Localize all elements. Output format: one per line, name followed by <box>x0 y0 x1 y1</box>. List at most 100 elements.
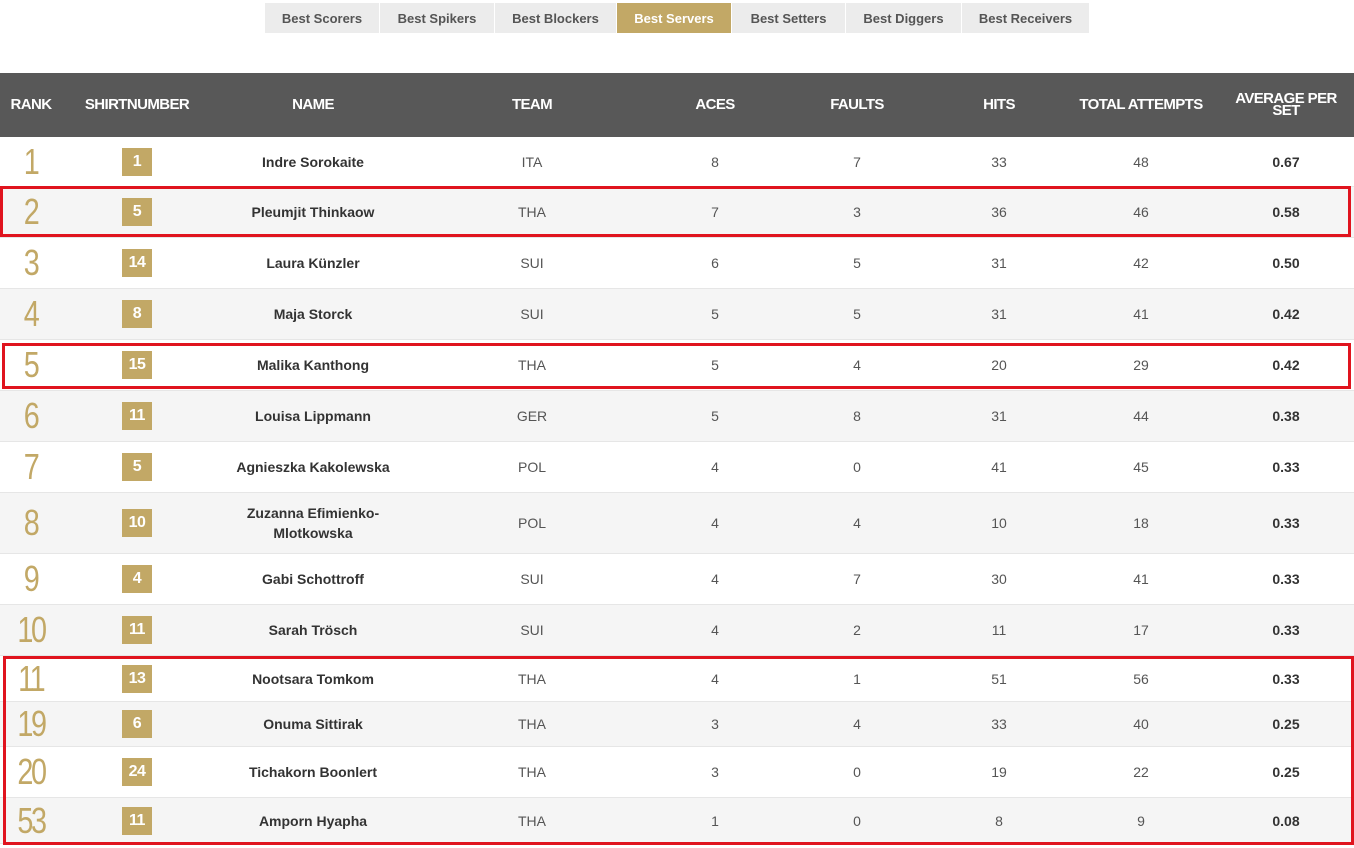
tab-best-scorers[interactable]: Best Scorers <box>265 3 379 33</box>
shirt-number-badge-cell: 1 <box>62 147 212 176</box>
player-name: Indre Sorokaite <box>262 153 364 170</box>
player-name: Zuzanna Efimienko-Mlotkowska <box>246 505 380 541</box>
shirt-number-badge: 5 <box>122 198 152 226</box>
rank-number: 4 <box>24 293 40 334</box>
faults-value-cell: 2 <box>780 622 934 638</box>
average-per-set-value: 0.50 <box>1272 255 1300 271</box>
average-per-set-value-cell: 0.58 <box>1231 204 1341 220</box>
rank-number: 10 <box>17 609 47 650</box>
faults-value: 5 <box>853 306 861 322</box>
shirt-number-badge: 5 <box>122 453 152 481</box>
player-name: Laura Künzler <box>266 255 360 271</box>
faults-value: 2 <box>853 622 861 638</box>
tab-best-diggers[interactable]: Best Diggers <box>846 3 961 33</box>
shirt-number-badge-cell: 14 <box>62 249 212 277</box>
average-per-set-value-cell: 0.38 <box>1231 408 1341 424</box>
tab-best-servers[interactable]: Best Servers <box>617 3 731 33</box>
aces-value: 4 <box>711 515 719 531</box>
table-row: 11 13 Nootsara Tomkom THA 4 1 51 56 0.33 <box>0 656 1354 702</box>
team-code: THA <box>518 204 546 220</box>
rank-number: 7 <box>24 446 40 487</box>
team-code-cell: POL <box>414 515 650 531</box>
total-attempts-value-cell: 9 <box>1064 813 1218 829</box>
total-attempts-value: 44 <box>1133 408 1149 424</box>
total-attempts-value-cell: 44 <box>1064 408 1218 424</box>
shirt-number-badge: 13 <box>122 664 152 693</box>
total-attempts-value: 56 <box>1133 670 1149 687</box>
player-name-cell: Agnieszka Kakolewska <box>212 457 414 477</box>
rank-number-cell: 5 <box>0 347 62 383</box>
faults-value-cell: 7 <box>780 571 934 587</box>
faults-value-cell: 0 <box>780 459 934 475</box>
aces-value-cell: 5 <box>650 306 780 322</box>
table-row: 7 5 Agnieszka Kakolewska POL 4 0 41 45 0.33 <box>0 442 1354 493</box>
faults-value: 4 <box>853 357 861 373</box>
shirt-number-badge-cell: 11 <box>62 806 212 835</box>
aces-value-cell: 5 <box>650 408 780 424</box>
player-name: Tichakorn Boonlert <box>248 764 378 780</box>
hits-value-cell: 33 <box>934 154 1064 170</box>
tab-best-blockers[interactable]: Best Blockers <box>495 3 616 33</box>
shirt-number-badge-cell: 5 <box>62 198 212 226</box>
shirt-number-badge: 15 <box>122 351 152 379</box>
faults-value-cell: 0 <box>780 813 934 829</box>
faults-value: 3 <box>853 204 861 220</box>
faults-value: 5 <box>853 255 861 271</box>
average-per-set-value: 0.42 <box>1272 357 1300 373</box>
rank-number: 3 <box>24 242 40 283</box>
average-per-set-value: 0.25 <box>1272 764 1300 780</box>
hits-value-cell: 31 <box>934 408 1064 424</box>
tab-best-spikers[interactable]: Best Spikers <box>380 3 494 33</box>
aces-value: 3 <box>711 764 719 780</box>
table-row: 6 11 Louisa Lippmann GER 5 8 31 44 0.38 <box>0 391 1354 442</box>
team-code-cell: THA <box>414 204 650 220</box>
aces-value: 4 <box>711 670 719 687</box>
faults-value: 1 <box>853 670 861 687</box>
faults-value-cell: 4 <box>780 716 934 732</box>
faults-value-cell: 3 <box>780 204 934 220</box>
hits-value-cell: 19 <box>934 764 1064 780</box>
team-code: THA <box>518 357 546 373</box>
rank-number: 2 <box>24 191 40 232</box>
total-attempts-value: 42 <box>1133 255 1149 271</box>
aces-value: 8 <box>711 153 719 170</box>
header-rank: RANK <box>10 96 53 113</box>
player-name-cell: Maja Storck <box>212 304 414 324</box>
rank-number-cell: 7 <box>0 449 62 485</box>
aces-value-cell: 4 <box>650 459 780 475</box>
shirt-number-badge: 6 <box>122 710 152 738</box>
faults-value: 7 <box>853 153 861 170</box>
table-row: 53 11 Amporn Hyapha THA 1 0 8 9 0.08 <box>0 798 1354 844</box>
team-code-cell: GER <box>414 408 650 424</box>
tab-best-setters[interactable]: Best Setters <box>732 3 845 33</box>
average-per-set-value-cell: 0.33 <box>1231 515 1341 531</box>
shirt-number-badge: 24 <box>122 758 152 786</box>
aces-value-cell: 3 <box>650 716 780 732</box>
average-per-set-value-cell: 0.33 <box>1231 671 1341 687</box>
rank-number: 19 <box>17 703 47 744</box>
team-code-cell: POL <box>414 459 650 475</box>
faults-value-cell: 1 <box>780 671 934 687</box>
player-name-cell: Indre Sorokaite <box>212 152 414 172</box>
player-name-cell: Sarah Trösch <box>212 620 414 640</box>
player-name: Maja Storck <box>273 306 353 322</box>
average-per-set-value-cell: 0.67 <box>1231 154 1341 170</box>
rank-number: 8 <box>24 502 40 543</box>
rank-number-cell: 10 <box>0 612 62 648</box>
header-team: TEAM <box>511 96 553 113</box>
table-body: 1 1 Indre Sorokaite ITA 8 7 33 48 0.67 2 5 Pleumjit… <box>0 137 1354 844</box>
team-code: SUI <box>520 306 544 322</box>
table-row: 9 4 Gabi Schottroff SUI 4 7 30 41 0.33 <box>0 554 1354 605</box>
total-attempts-value: 17 <box>1133 622 1149 638</box>
faults-value: 0 <box>853 459 861 475</box>
hits-value: 20 <box>991 357 1007 373</box>
hits-value-cell: 10 <box>934 515 1064 531</box>
aces-value-cell: 4 <box>650 515 780 531</box>
aces-value-cell: 1 <box>650 813 780 829</box>
average-per-set-value: 0.33 <box>1272 670 1300 687</box>
total-attempts-value-cell: 18 <box>1064 515 1218 531</box>
player-name-cell: Malika Kanthong <box>212 355 414 375</box>
header-hits: HITS <box>983 96 1015 113</box>
team-code-cell: THA <box>414 671 650 687</box>
tab-best-receivers[interactable]: Best Receivers <box>962 3 1089 33</box>
